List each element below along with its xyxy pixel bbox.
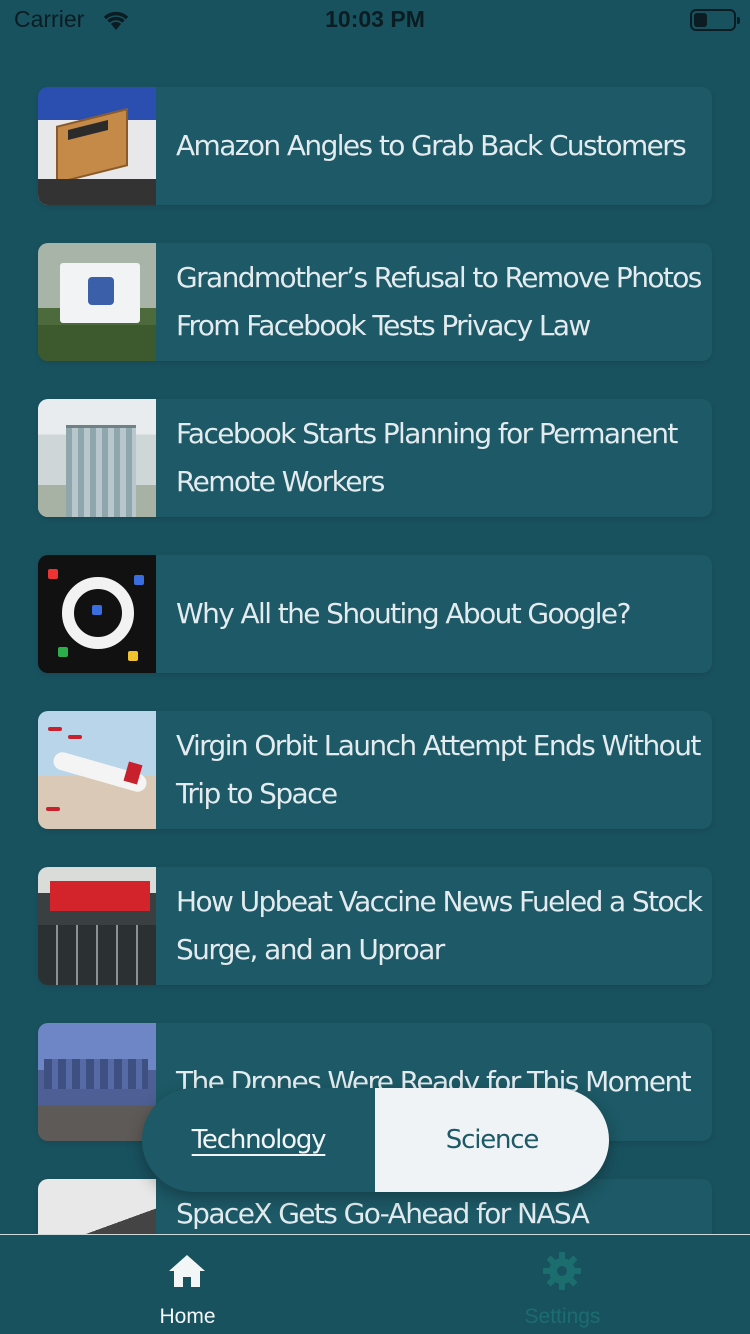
article-card[interactable]: Facebook Starts Planning for Permanent R… [38, 399, 712, 517]
moderna-building-thumbnail [38, 867, 156, 985]
article-card[interactable]: Amazon Angles to Grab Back Customers [38, 87, 712, 205]
facebook-sign-thumbnail [38, 243, 156, 361]
clock: 10:03 PM [325, 6, 425, 32]
segment-science[interactable]: Science [375, 1088, 609, 1192]
article-title: Why All the Shouting About Google? [176, 597, 631, 630]
article-title: Virgin Orbit Launch Attempt Ends Without… [176, 729, 701, 810]
segment-technology-label: Technology [191, 1125, 327, 1155]
article-title: Amazon Angles to Grab Back Customers [176, 129, 687, 162]
home-icon [169, 1255, 205, 1287]
google-art-thumbnail [38, 555, 156, 673]
segment-technology[interactable]: Technology [142, 1088, 375, 1192]
virgin-plane-thumbnail [38, 711, 156, 829]
article-card[interactable]: Grandmother’s Refusal to Remove Photos F… [38, 243, 712, 361]
article-card[interactable]: Virgin Orbit Launch Attempt Ends Without… [38, 711, 712, 829]
article-card[interactable]: How Upbeat Vaccine News Fueled a Stock S… [38, 867, 712, 985]
tab-home-label: Home [159, 1305, 216, 1328]
glass-building-thumbnail [38, 399, 156, 517]
status-bar: Carrier 10:03 PM [0, 0, 750, 40]
category-segmented-control: Technology Science [142, 1088, 609, 1192]
tab-home[interactable]: Home [0, 1235, 375, 1334]
gear-icon [543, 1252, 581, 1290]
amazon-box-thumbnail [38, 87, 156, 205]
city-skyline-thumbnail [38, 1023, 156, 1141]
tab-settings[interactable]: Settings [375, 1235, 750, 1334]
article-card[interactable]: Why All the Shouting About Google? [38, 555, 712, 673]
tab-settings-label: Settings [524, 1305, 601, 1328]
article-title: Grandmother’s Refusal to Remove Photos F… [176, 261, 702, 342]
segment-science-label: Science [445, 1125, 540, 1155]
article-title: Facebook Starts Planning for Permanent R… [176, 417, 678, 498]
tab-bar: Home Settings [0, 1234, 750, 1334]
battery-icon [690, 9, 740, 31]
article-title: How Upbeat Vaccine News Fueled a Stock S… [176, 885, 703, 966]
